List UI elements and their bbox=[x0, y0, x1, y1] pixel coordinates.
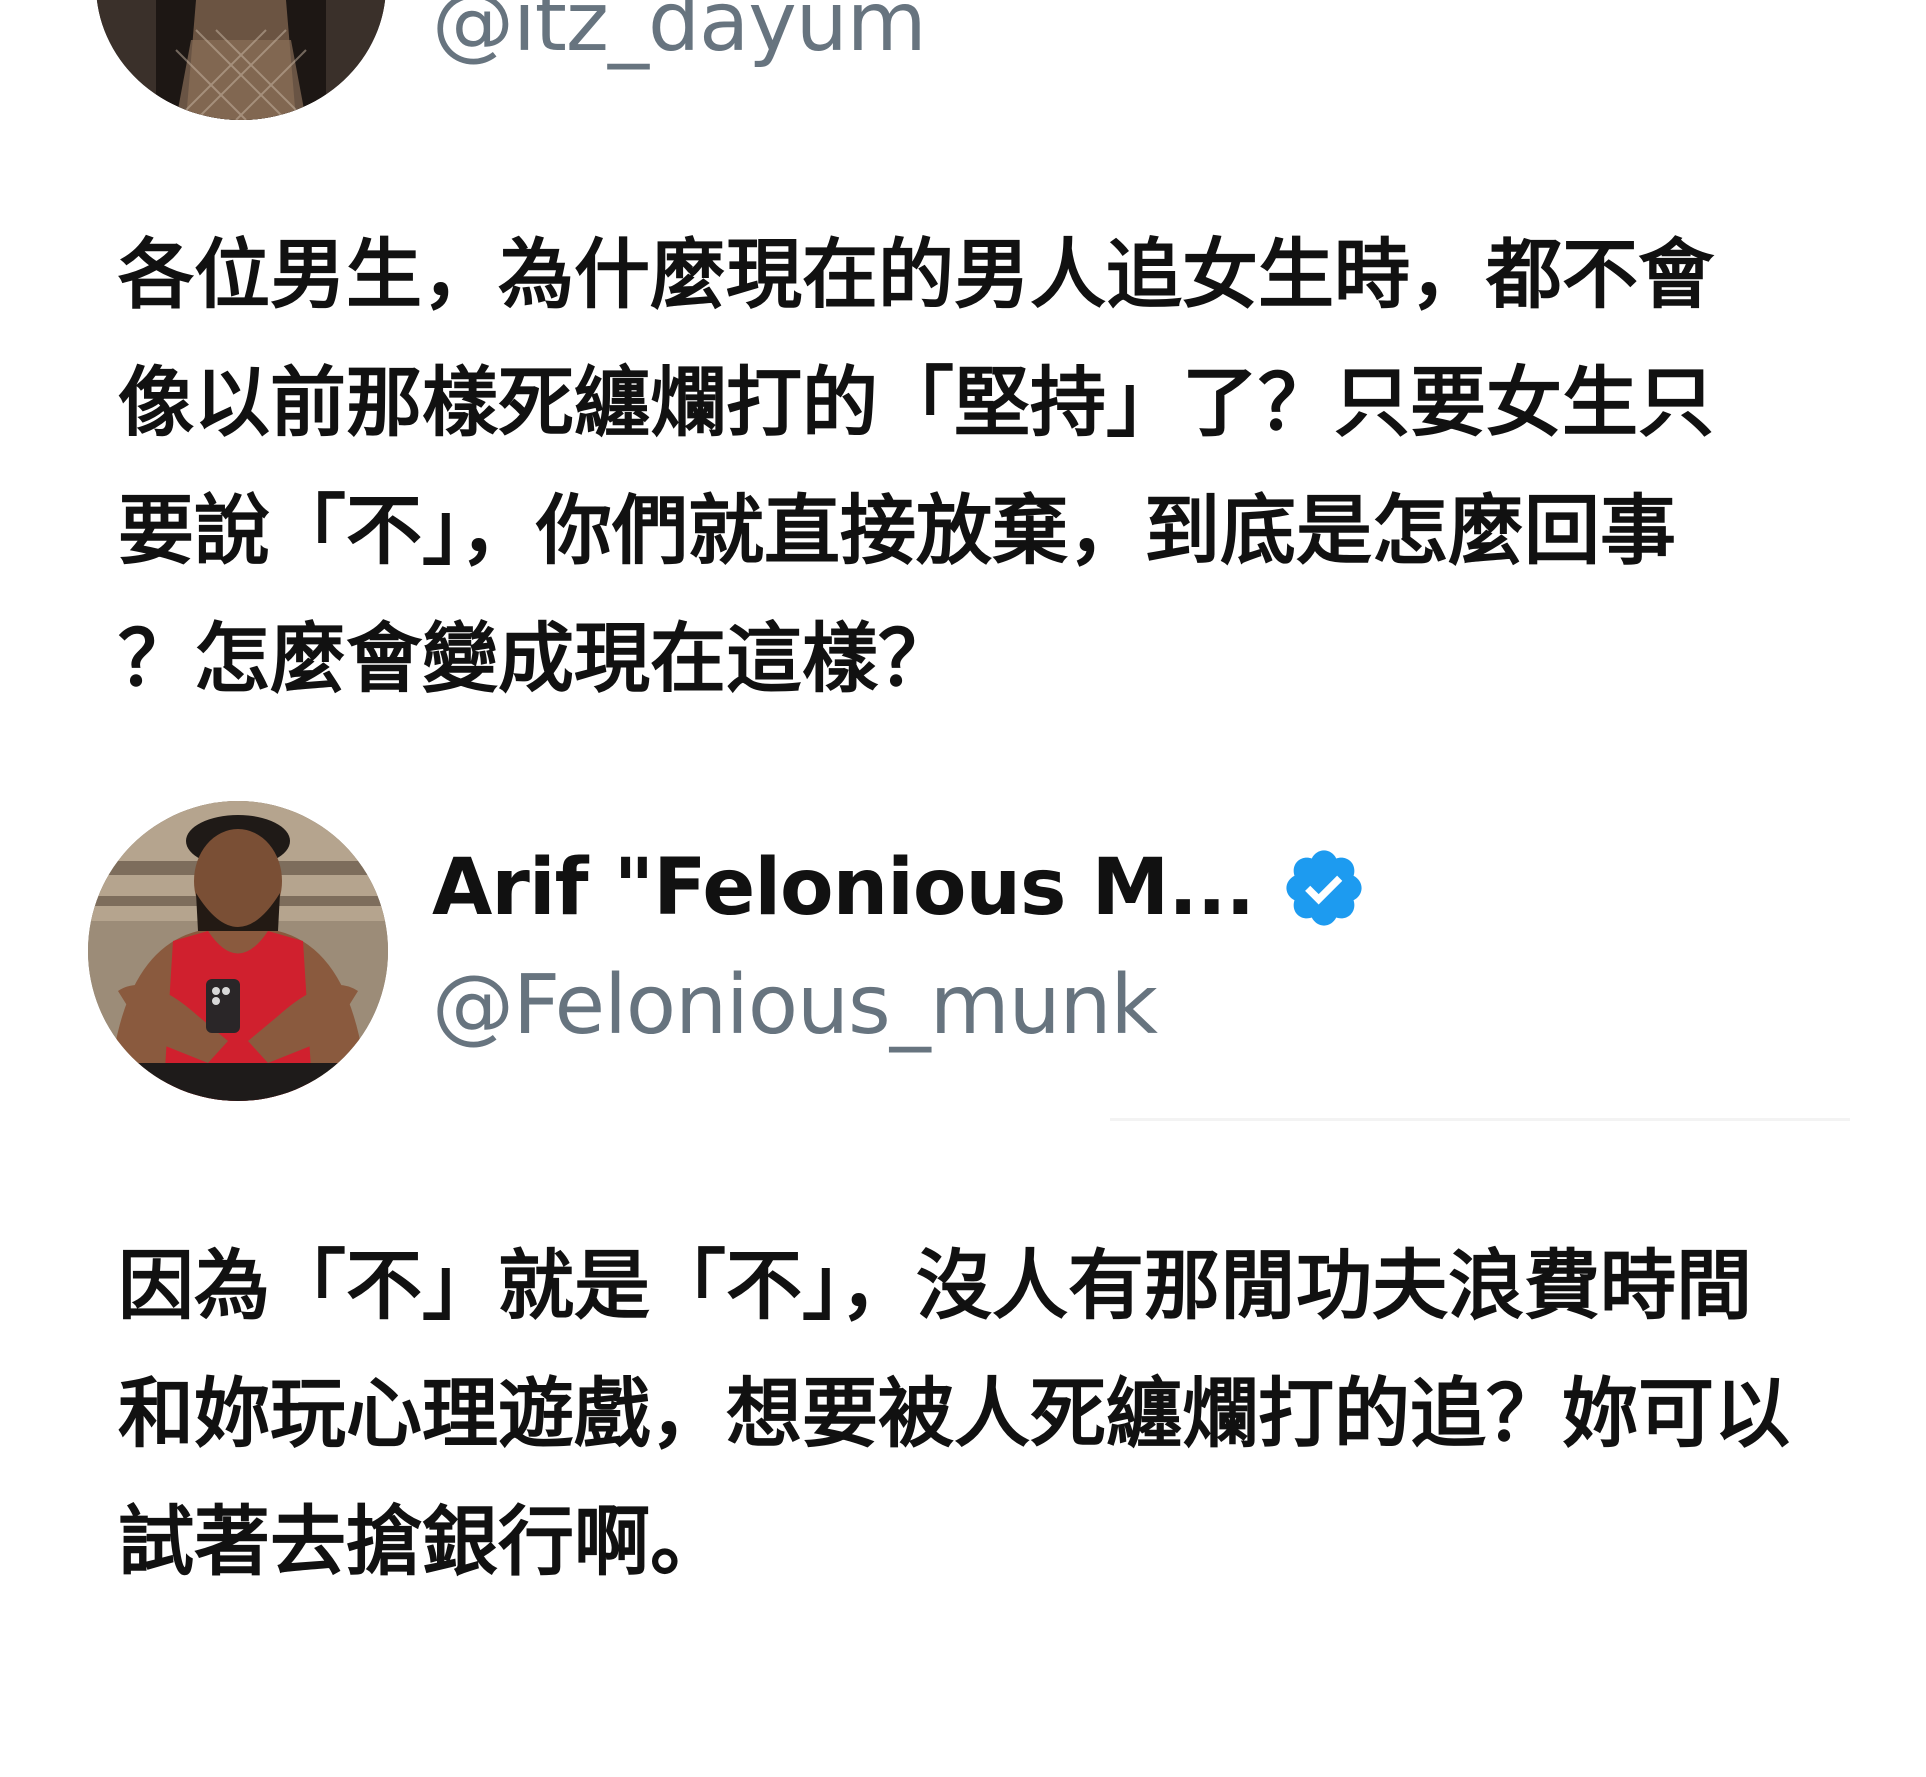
verified-badge-icon bbox=[1280, 844, 1368, 932]
avatar-image bbox=[88, 801, 388, 1101]
post-text-line: 要說「不」，你們就直接放棄，到底是怎麼回事 bbox=[118, 486, 1676, 575]
user-handle[interactable]: @Felonious_munk bbox=[432, 965, 1158, 1047]
display-name[interactable]: Arif "Felonious M... bbox=[432, 843, 1255, 933]
reply-text: 因為「不」就是「不」，沒人有那閒功夫浪費時間 和妳玩心理遊戲，想要被人死纏爛打的… bbox=[118, 1222, 1790, 1606]
post-text: 各位男生，為什麼現在的男人追女生時，都不會 像以前那樣死纏爛打的「堅持」了？只要… bbox=[118, 211, 1714, 723]
avatar-itz-dayum[interactable] bbox=[96, 0, 386, 120]
post-text-line: 因為「不」就是「不」，沒人有那閒功夫浪費時間 bbox=[118, 1241, 1752, 1330]
user-handle[interactable]: @itz_dayum bbox=[432, 0, 927, 64]
divider bbox=[1110, 1118, 1850, 1121]
avatar-image bbox=[96, 0, 386, 120]
avatar-felonious-munk[interactable] bbox=[88, 801, 388, 1101]
post-text-line: ？怎麼會變成現在這樣？ bbox=[118, 614, 954, 703]
post-text-line: 試著去搶銀行啊。 bbox=[118, 1497, 726, 1586]
author-name-row: Arif "Felonious M... bbox=[432, 840, 1368, 936]
post-text-line: 像以前那樣死纏爛打的「堅持」了？只要女生只 bbox=[118, 358, 1714, 447]
post-text-line: 和妳玩心理遊戲，想要被人死纏爛打的追？妳可以 bbox=[118, 1369, 1790, 1458]
post-text-line: 各位男生，為什麼現在的男人追女生時，都不會 bbox=[118, 230, 1714, 319]
